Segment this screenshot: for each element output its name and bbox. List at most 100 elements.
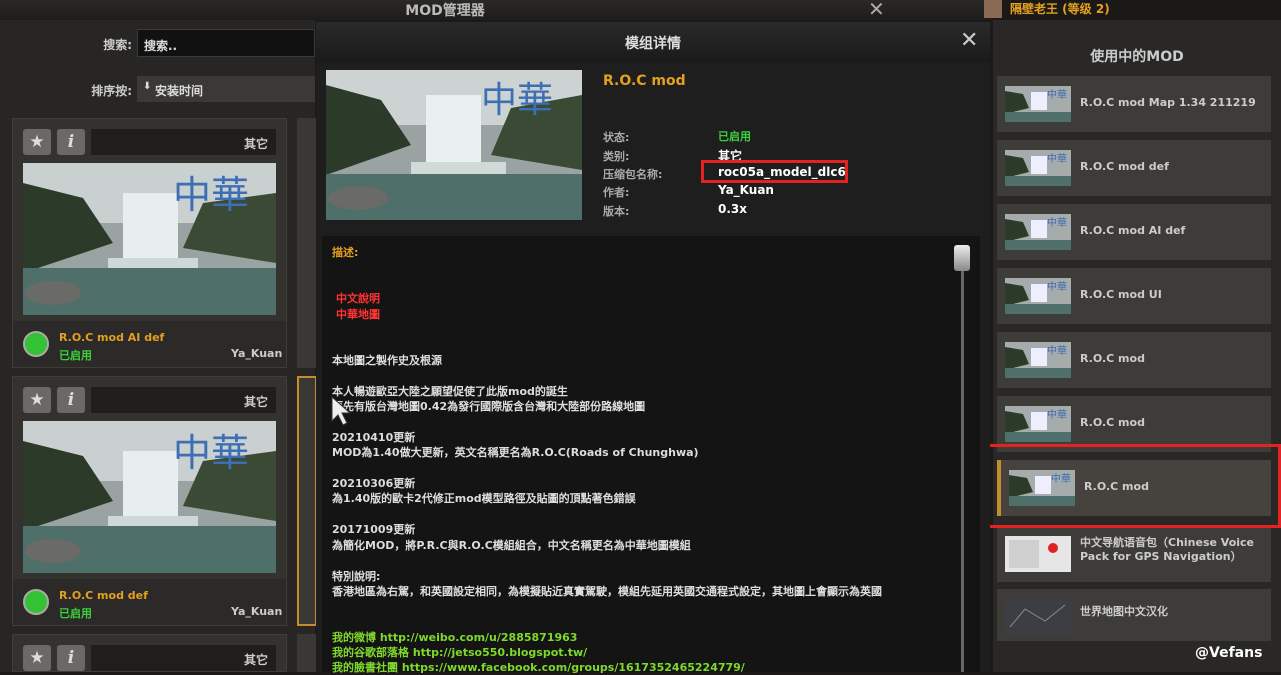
active-mods-title: 使用中的MOD	[1090, 49, 1184, 65]
card-category: 其它	[91, 129, 276, 155]
scrollbar-track[interactable]	[961, 255, 964, 672]
active-mod-label: R.O.C mod AI def	[1080, 224, 1186, 237]
sort-label: 排序按:	[91, 84, 132, 98]
search-label: 搜索:	[103, 38, 132, 52]
active-mod-thumbnail	[1005, 536, 1071, 572]
card-footer: R.O.C mod def 已启用 Ya_Kuan	[13, 579, 286, 625]
star-icon[interactable]: ★	[23, 645, 51, 671]
desc-line: MOD為1.40做大更新，英文名稱更名為R.O.C(Roads of Chung…	[332, 446, 699, 459]
desc-line: 20171009更新	[332, 523, 416, 536]
mod-card[interactable]: ★ i 其它 中華 R.O.C mod def 已启用 Ya_Kuan	[12, 376, 287, 626]
thumb-text: 中華	[1047, 344, 1067, 357]
active-mod-thumbnail	[1005, 599, 1071, 635]
desc-link[interactable]: 我的微博 http://weibo.com/u/2885871963	[332, 629, 577, 645]
active-mod-label: R.O.C mod def	[1080, 160, 1169, 173]
version-key: 版本:	[603, 205, 630, 218]
desc-link[interactable]: 我的谷歌部落格 http://jetso550.blogspot.tw/	[332, 644, 587, 660]
active-mod-label: R.O.C mod UI	[1080, 288, 1162, 301]
active-mod-item[interactable]: 中華 R.O.C mod UI	[997, 268, 1271, 324]
card-edge-selected	[297, 376, 317, 626]
user-name: 隔壁老王 (等级 2)	[1010, 2, 1110, 16]
active-mod-item[interactable]: 中文导航语音包（Chinese Voice Pack for GPS Navig…	[997, 526, 1271, 582]
active-mod-item[interactable]: 中華 R.O.C mod def	[997, 140, 1271, 196]
status-toggle[interactable]	[23, 589, 49, 615]
active-mod-label: 中文导航语音包（Chinese Voice Pack for GPS Navig…	[1080, 536, 1255, 563]
archive-key: 压缩包名称:	[603, 168, 663, 181]
active-mod-label: R.O.C mod	[1080, 416, 1145, 429]
active-mod-label: 世界地图中文汉化	[1080, 605, 1168, 618]
active-mod-item[interactable]: 中華 R.O.C mod	[997, 332, 1271, 388]
desc-line: 為簡化MOD，將P.R.C與R.O.C模組組合，中文名稱更名為中華地圖模組	[332, 539, 691, 552]
sort-value: 安装时间	[155, 84, 204, 98]
detail-mod-name: R.O.C mod	[603, 73, 686, 89]
desc-line: 為1.40版的歐卡2代修正mod模型路徑及貼圖的頂點著色錯誤	[332, 492, 636, 505]
active-mod-label: R.O.C mod Map 1.34 211219	[1080, 96, 1256, 109]
detail-thumbnail: 中華	[326, 70, 582, 220]
star-icon[interactable]: ★	[23, 129, 51, 155]
active-mod-item[interactable]: 中華 R.O.C mod AI def	[997, 204, 1271, 260]
desc-line: 20210306更新	[332, 477, 416, 490]
version-value: 0.3x	[718, 202, 747, 216]
avatar[interactable]	[984, 0, 1002, 18]
active-mod-thumbnail: 中華	[1005, 342, 1071, 378]
card-mod-author: Ya_Kuan	[231, 347, 283, 360]
star-icon[interactable]: ★	[23, 387, 51, 413]
dialog-title: 模组详情	[625, 36, 681, 52]
desc-line: 特別說明:	[332, 570, 381, 583]
card-mod-name: R.O.C mod AI def	[59, 331, 165, 344]
thumb-text: 中華	[1047, 216, 1067, 229]
mod-card[interactable]: ★ i 其它	[12, 634, 287, 672]
desc-line: 本人暢遊歐亞大陸之願望促使了此版mod的誕生	[332, 385, 568, 398]
status-key: 状态:	[603, 131, 630, 144]
mod-manager-close-icon[interactable]: ✕	[868, 0, 885, 21]
status-toggle[interactable]	[23, 331, 49, 357]
thumb-text: 中華	[481, 80, 553, 121]
desc-red-line: 中華地圖	[336, 308, 380, 321]
desc-line: 香港地區為右駕，和英國設定相同，為模擬貼近真實駕駛，模組先延用英國交通程式設定，…	[332, 585, 882, 598]
search-input[interactable]: 搜索..	[137, 29, 315, 57]
thumb-text: 中華	[1047, 408, 1067, 421]
card-mod-author: Ya_Kuan	[231, 605, 283, 618]
watermark: @Vefans	[1195, 645, 1263, 661]
active-mod-thumbnail: 中華	[1005, 406, 1071, 442]
archive-highlight-frame	[701, 160, 848, 183]
desc-label: 描述:	[332, 246, 359, 259]
thumb-text: 中華	[173, 431, 249, 475]
thumb-text: 中華	[173, 173, 249, 217]
mouse-cursor-icon	[330, 395, 352, 430]
card-mod-status: 已启用	[59, 349, 92, 362]
desc-line: 20210410更新	[332, 431, 416, 444]
desc-line: 原先有版台灣地圖0.42為發行國際版含台灣和大陸部份路線地圖	[332, 400, 646, 413]
arrow-down-icon: ⬇	[143, 81, 152, 92]
mod-thumbnail: 中華	[23, 163, 276, 315]
mod-card[interactable]: ★ i 其它 中華 R.O.C mod AI def 已启用 Ya_Kuan	[12, 118, 287, 368]
card-edge	[297, 634, 317, 672]
active-mod-thumbnail: 中華	[1005, 150, 1071, 186]
active-mod-item[interactable]: 中華 R.O.C mod Map 1.34 211219	[997, 76, 1271, 132]
author-value: Ya_Kuan	[718, 183, 774, 197]
desc-red-line: 中文說明	[336, 292, 380, 305]
category-key: 类别:	[603, 150, 630, 163]
card-mod-status: 已启用	[59, 607, 92, 620]
sort-dropdown[interactable]: ⬇ 安装时间	[137, 76, 315, 102]
active-mod-thumbnail: 中華	[1005, 86, 1071, 122]
scrollbar-thumb[interactable]	[954, 245, 970, 271]
active-mod-thumbnail: 中華	[1005, 214, 1071, 250]
active-mod-item[interactable]: 世界地图中文汉化	[997, 589, 1271, 641]
card-footer: R.O.C mod AI def 已启用 Ya_Kuan	[13, 321, 286, 367]
close-icon[interactable]: ✕	[960, 28, 978, 53]
info-icon[interactable]: i	[57, 645, 85, 671]
card-mod-name: R.O.C mod def	[59, 589, 148, 602]
mod-manager-title: MOD管理器	[405, 3, 485, 19]
info-icon[interactable]: i	[57, 387, 85, 413]
thumb-text: 中華	[1047, 280, 1067, 293]
mod-thumbnail: 中華	[23, 421, 276, 573]
status-value: 已启用	[718, 130, 751, 143]
card-category: 其它	[91, 645, 276, 671]
desc-link[interactable]: 我的臉書社團 https://www.facebook.com/groups/1…	[332, 659, 745, 675]
active-mod-label: R.O.C mod	[1080, 352, 1145, 365]
author-key: 作者:	[603, 186, 630, 199]
thumb-text: 中華	[1047, 152, 1067, 165]
info-icon[interactable]: i	[57, 129, 85, 155]
active-mod-thumbnail: 中華	[1005, 278, 1071, 314]
